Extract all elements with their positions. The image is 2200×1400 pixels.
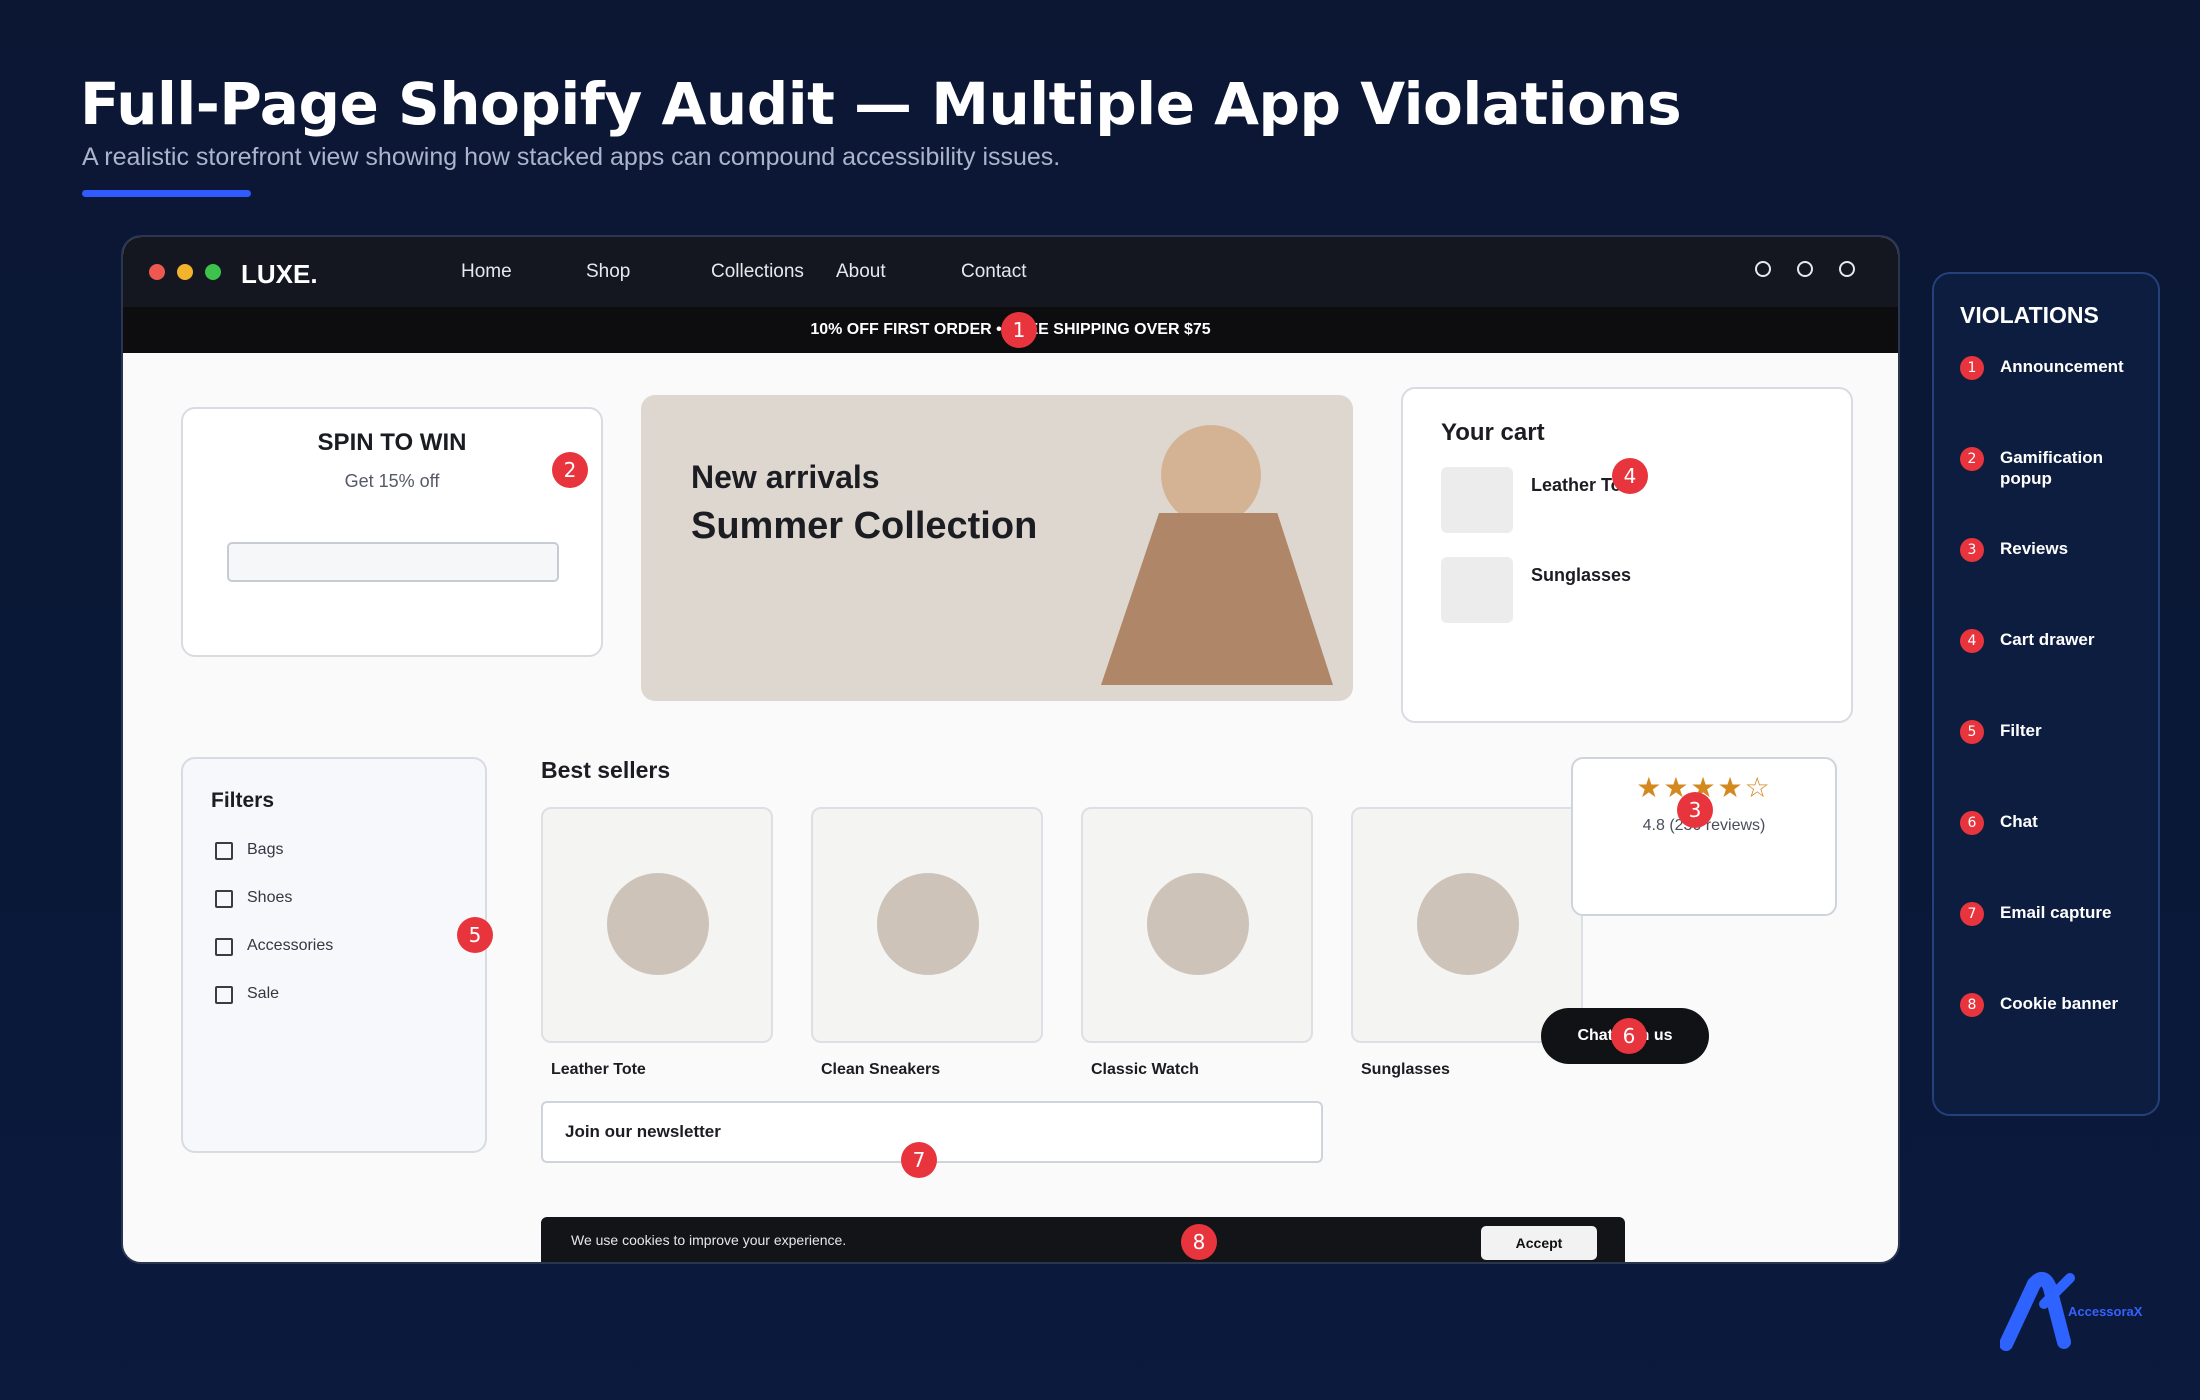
window-close-dot[interactable] [149, 264, 165, 280]
brand-logo: AccessoraX [1999, 1270, 2160, 1352]
violations-panel: VIOLATIONS 1 Announcement 2 Gamification… [1932, 272, 2160, 1116]
spin-title: SPIN TO WIN [317, 429, 467, 456]
brand-name: AccessoraX [2068, 1304, 2143, 1319]
cookie-banner: We use cookies to improve your experienc… [541, 1217, 1625, 1262]
violation-number: 7 [1960, 902, 1984, 926]
hero-figure-head [1161, 425, 1261, 525]
violation-badge-3: 3 [1677, 792, 1713, 828]
filter-label: Accessories [247, 937, 334, 954]
best-sellers-title: Best sellers [541, 757, 671, 783]
product-card[interactable] [811, 807, 1043, 1043]
violation-label: Chat [2000, 812, 2038, 831]
reviews-widget[interactable]: ★★★★☆ 4.8 (230 reviews) [1571, 757, 1837, 916]
violations-title: VIOLATIONS [1960, 302, 2099, 328]
nav-home[interactable]: Home [461, 261, 512, 283]
hero-banner[interactable]: New arrivals Summer Collection [641, 395, 1353, 701]
store-logo[interactable]: LUXE. [241, 259, 318, 290]
spin-subtitle: Get 15% off [344, 471, 440, 491]
filter-checkbox[interactable] [215, 938, 233, 956]
hero-figure-body [1101, 513, 1333, 685]
title-underline [82, 190, 251, 197]
filter-panel: Filters Bags Shoes Accessories Sale [181, 757, 487, 1153]
filter-checkbox[interactable] [215, 986, 233, 1004]
violation-badge-5: 5 [457, 917, 493, 953]
violation-badge-4: 4 [1612, 458, 1648, 494]
filter-checkbox[interactable] [215, 842, 233, 860]
violation-label: Email capture [2000, 903, 2112, 922]
violation-number: 6 [1960, 811, 1984, 835]
violation-label: Announcement [2000, 357, 2124, 376]
cart-item-name[interactable]: Sunglasses [1531, 565, 1631, 586]
violation-number: 1 [1960, 356, 1984, 380]
product-name[interactable]: Sunglasses [1361, 1061, 1450, 1079]
product-image [1147, 873, 1249, 975]
account-icon[interactable] [1797, 261, 1813, 277]
window-maximize-dot[interactable] [205, 264, 221, 280]
violation-number: 2 [1960, 447, 1984, 471]
cart-item-thumbnail [1441, 557, 1513, 623]
violation-label: Cookie banner [2000, 994, 2119, 1013]
violation-badge-8: 8 [1181, 1224, 1217, 1260]
product-card[interactable] [541, 807, 773, 1043]
product-image [1417, 873, 1519, 975]
product-card[interactable] [1351, 807, 1583, 1043]
filter-label: Sale [247, 985, 280, 1002]
hero-eyebrow: New arrivals [691, 459, 880, 495]
product-image [607, 873, 709, 975]
search-icon[interactable] [1755, 261, 1771, 277]
product-name[interactable]: Clean Sneakers [821, 1061, 940, 1079]
nav-collections[interactable]: Collections [711, 261, 804, 283]
violation-label: Filter [2000, 721, 2042, 740]
window-minimize-dot[interactable] [177, 264, 193, 280]
violation-label: Gamification popup [2000, 448, 2103, 488]
violation-badge-2: 2 [552, 452, 588, 488]
violation-number: 4 [1960, 629, 1984, 653]
violation-number: 3 [1960, 538, 1984, 562]
cart-icon[interactable] [1839, 261, 1855, 277]
spin-email-input[interactable] [227, 542, 559, 582]
storefront-browser-window: LUXE. Home Shop Collections About Contac… [121, 235, 1900, 1264]
product-name[interactable]: Classic Watch [1091, 1061, 1199, 1079]
accept-cookies-button[interactable]: Accept [1481, 1226, 1597, 1260]
nav-about[interactable]: About [836, 261, 886, 283]
violation-label: Cart drawer [2000, 630, 2095, 649]
violation-badge-6: 6 [1611, 1018, 1647, 1054]
product-card[interactable] [1081, 807, 1313, 1043]
page-subtitle: A realistic storefront view showing how … [82, 143, 1061, 171]
page-title: Full-Page Shopify Audit — Multiple App V… [80, 70, 1682, 138]
violation-label: Reviews [2000, 539, 2069, 558]
newsletter-label: Join our newsletter [565, 1122, 721, 1141]
hero-headline: Summer Collection [691, 505, 1038, 547]
product-image [877, 873, 979, 975]
product-name[interactable]: Leather Tote [551, 1061, 646, 1079]
filter-label: Bags [247, 841, 284, 858]
cart-title: Your cart [1441, 419, 1545, 446]
spin-to-win-popup: SPIN TO WIN Get 15% off [181, 407, 603, 657]
violation-number: 5 [1960, 720, 1984, 744]
filter-title: Filters [211, 789, 275, 812]
nav-contact[interactable]: Contact [961, 261, 1026, 283]
store-header: LUXE. Home Shop Collections About Contac… [123, 237, 1898, 307]
violation-number: 8 [1960, 993, 1984, 1017]
violation-badge-7: 7 [901, 1142, 937, 1178]
nav-shop[interactable]: Shop [586, 261, 630, 283]
cart-drawer: Your cart Leather Tote Sunglasses [1401, 387, 1853, 723]
violation-badge-1: 1 [1001, 312, 1037, 348]
filter-label: Shoes [247, 889, 293, 906]
cookie-text: We use cookies to improve your experienc… [571, 1232, 847, 1248]
cart-item-thumbnail [1441, 467, 1513, 533]
filter-checkbox[interactable] [215, 890, 233, 908]
